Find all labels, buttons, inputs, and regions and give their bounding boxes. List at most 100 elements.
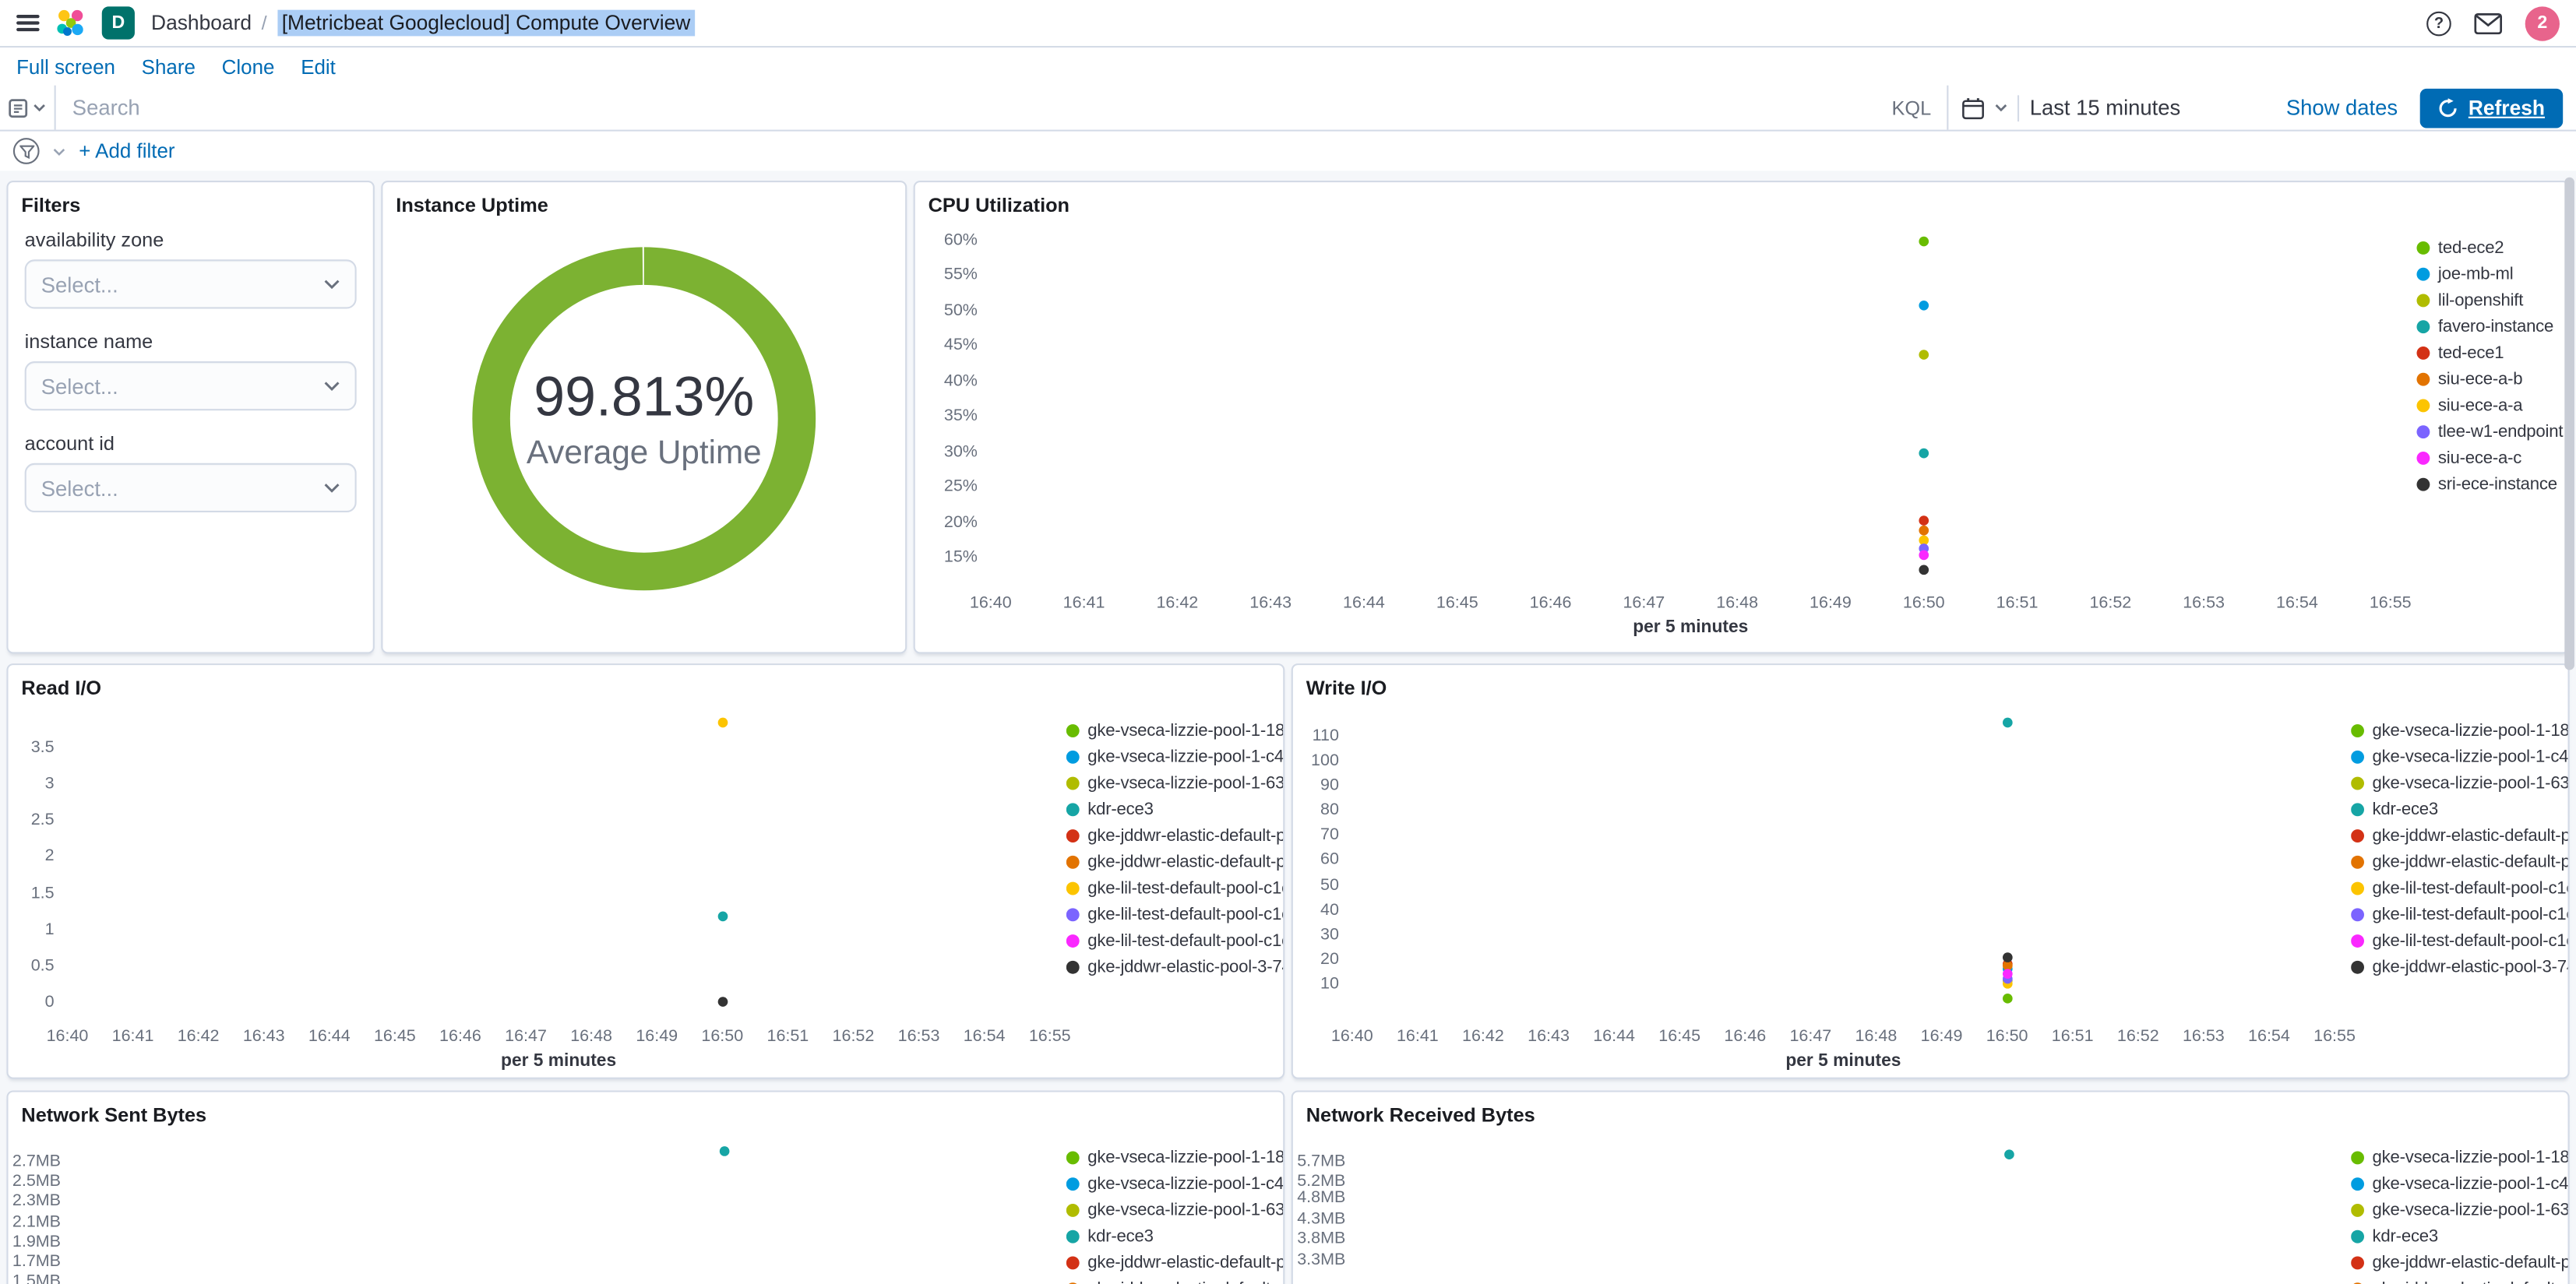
show-dates-link[interactable]: Show dates: [2286, 95, 2398, 120]
instance-name-select[interactable]: Select...: [24, 361, 357, 411]
menu-icon[interactable]: [16, 14, 40, 32]
add-filter-button[interactable]: + Add filter: [79, 139, 174, 163]
legend-label: ted-ece1: [2437, 343, 2504, 364]
availability-zone-select[interactable]: Select...: [24, 259, 357, 309]
y-axis-tick: 60: [1320, 851, 1339, 870]
legend-item[interactable]: gke-vseca-lizzie-pool-1-630...: [1066, 1198, 1283, 1224]
edit-link[interactable]: Edit: [301, 55, 336, 79]
legend-item[interactable]: gke-jddwr-elastic-pool-3-74...: [1066, 954, 1283, 980]
legend-dot-icon: [2416, 347, 2430, 360]
legend-label: tlee-w1-endpoint: [2437, 422, 2564, 442]
help-icon[interactable]: ?: [2426, 10, 2451, 36]
chevron-down-icon: [324, 484, 340, 493]
chart-legend: gke-vseca-lizzie-pool-1-1877... gke-vseca…: [2351, 1134, 2568, 1284]
legend-item[interactable]: gke-lil-test-default-pool-c1e...: [1066, 928, 1283, 955]
field-label: account id: [24, 431, 115, 456]
data-point: [2002, 993, 2012, 1003]
y-axis-tick: 3.8MB: [1297, 1230, 1346, 1249]
x-axis-tick: 16:45: [373, 1028, 416, 1047]
legend-item[interactable]: ted-ece1: [2416, 340, 2567, 367]
filter-options-icon[interactable]: [12, 138, 40, 164]
legend-item[interactable]: kdr-ece3: [1066, 797, 1283, 823]
legend-label: kdr-ece3: [1087, 800, 1154, 820]
data-point: [2002, 968, 2012, 979]
legend-dot-icon: [1066, 829, 1080, 843]
legend-item[interactable]: ted-ece2: [2416, 235, 2567, 262]
scrollbar-thumb[interactable]: [2564, 177, 2574, 670]
legend-item[interactable]: gke-jddwr-elastic-default-po...: [2351, 849, 2568, 875]
x-axis-tick: 16:47: [1789, 1028, 1832, 1047]
y-axis-tick: 45%: [943, 337, 978, 356]
legend-item[interactable]: gke-vseca-lizzie-pool-1-630...: [2351, 1198, 2568, 1224]
legend-item[interactable]: gke-vseca-lizzie-pool-1-1877...: [1066, 718, 1283, 744]
chevron-down-icon: [33, 104, 45, 112]
clone-link[interactable]: Clone: [222, 55, 275, 79]
search-input[interactable]: [55, 95, 1876, 120]
legend-item[interactable]: gke-jddwr-elastic-default-po...: [2351, 823, 2568, 850]
legend-item[interactable]: gke-vseca-lizzie-pool-1-630...: [1066, 770, 1283, 797]
y-axis-tick: 110: [1312, 726, 1339, 746]
legend-item[interactable]: kdr-ece3: [2351, 797, 2567, 823]
x-axis-tick: 16:40: [1330, 1028, 1373, 1047]
legend-item[interactable]: gke-jddwr-elastic-default-po...: [1066, 1250, 1283, 1276]
legend-label: favero-instance: [2437, 317, 2554, 337]
legend-item[interactable]: lil-openshift: [2416, 287, 2567, 314]
legend-item[interactable]: gke-vseca-lizzie-pool-1-1877...: [2351, 1145, 2568, 1171]
legend-item[interactable]: kdr-ece3: [2351, 1223, 2567, 1250]
legend-item[interactable]: gke-vseca-lizzie-pool-1-c417...: [2351, 744, 2568, 770]
legend-item[interactable]: siu-ece-a-a: [2416, 392, 2567, 419]
legend-item[interactable]: joe-mb-ml: [2416, 261, 2567, 287]
x-axis-tick: 16:42: [177, 1028, 220, 1047]
legend-item[interactable]: siu-ece-a-c: [2416, 445, 2567, 472]
legend-item[interactable]: gke-lil-test-default-pool-c1e...: [1066, 902, 1283, 928]
share-link[interactable]: Share: [142, 55, 196, 79]
account-id-select[interactable]: Select...: [24, 463, 357, 513]
kql-toggle[interactable]: KQL: [1875, 96, 1947, 119]
y-axis-tick: 3: [44, 775, 55, 793]
mail-icon[interactable]: [2474, 12, 2503, 34]
legend-item[interactable]: gke-vseca-lizzie-pool-1-630...: [2351, 770, 2568, 797]
query-bar: KQL Last 15 minutes Show dates Refresh: [0, 85, 2576, 132]
legend-label: gke-vseca-lizzie-pool-1-1877...: [1087, 720, 1283, 741]
legend-dot-icon: [2416, 320, 2430, 334]
legend-item[interactable]: gke-jddwr-elastic-default-po...: [2351, 1250, 2568, 1276]
full-screen-link[interactable]: Full screen: [16, 55, 115, 79]
refresh-button[interactable]: Refresh: [2420, 87, 2564, 128]
legend-item[interactable]: gke-lil-test-default-pool-c1e...: [1066, 875, 1283, 902]
chevron-down-icon[interactable]: [1995, 104, 2008, 112]
legend-item[interactable]: gke-vseca-lizzie-pool-1-1877...: [2351, 718, 2568, 744]
x-axis-tick: 16:50: [701, 1028, 744, 1047]
x-axis-tick: 16:49: [1920, 1028, 1963, 1047]
legend-item[interactable]: gke-jddwr-elastic-default-po...: [1066, 823, 1283, 850]
legend-item[interactable]: gke-lil-test-default-pool-c1e...: [2351, 875, 2568, 902]
legend-item[interactable]: tlee-w1-endpoint: [2416, 419, 2567, 445]
breadcrumb-dashboard[interactable]: Dashboard: [151, 12, 252, 35]
legend-item[interactable]: siu-ece-a-b: [2416, 366, 2567, 392]
legend-item[interactable]: gke-lil-test-default-pool-c1e...: [2351, 928, 2568, 955]
legend-item[interactable]: kdr-ece3: [1066, 1223, 1283, 1250]
legend-item[interactable]: gke-vseca-lizzie-pool-1-c417...: [1066, 1171, 1283, 1198]
legend-item[interactable]: gke-vseca-lizzie-pool-1-c417...: [1066, 744, 1283, 770]
calendar-icon[interactable]: [1962, 96, 1986, 119]
chevron-down-icon: [324, 382, 340, 391]
legend-label: gke-jddwr-elastic-default-po...: [1087, 1279, 1283, 1284]
legend-item[interactable]: gke-vseca-lizzie-pool-1-1877...: [1066, 1145, 1283, 1171]
y-axis-tick: 1.7MB: [12, 1253, 62, 1272]
legend-item[interactable]: gke-jddwr-elastic-default-po...: [1066, 849, 1283, 875]
legend-item[interactable]: gke-lil-test-default-pool-c1e...: [2351, 902, 2568, 928]
legend-item[interactable]: gke-vseca-lizzie-pool-1-c417...: [2351, 1171, 2568, 1198]
legend-item[interactable]: gke-jddwr-elastic-default-po...: [1066, 1276, 1283, 1284]
legend-label: kdr-ece3: [2372, 1226, 2439, 1247]
legend-item[interactable]: gke-jddwr-elastic-default-po...: [2351, 1276, 2568, 1284]
legend-item[interactable]: sri-ece-instance: [2416, 471, 2567, 498]
time-range-value[interactable]: Last 15 minutes: [2030, 95, 2276, 120]
legend-dot-icon: [1066, 881, 1080, 895]
space-badge[interactable]: D: [101, 6, 135, 40]
legend-item[interactable]: favero-instance: [2416, 314, 2567, 340]
saved-query-menu-button[interactable]: [0, 85, 56, 130]
legend-item[interactable]: gke-jddwr-elastic-pool-3-74...: [2351, 954, 2568, 980]
elastic-logo-icon[interactable]: [56, 9, 86, 38]
avatar[interactable]: 2: [2525, 5, 2560, 40]
x-axis-tick: 16:43: [1528, 1028, 1570, 1047]
chevron-down-icon[interactable]: [52, 147, 65, 156]
